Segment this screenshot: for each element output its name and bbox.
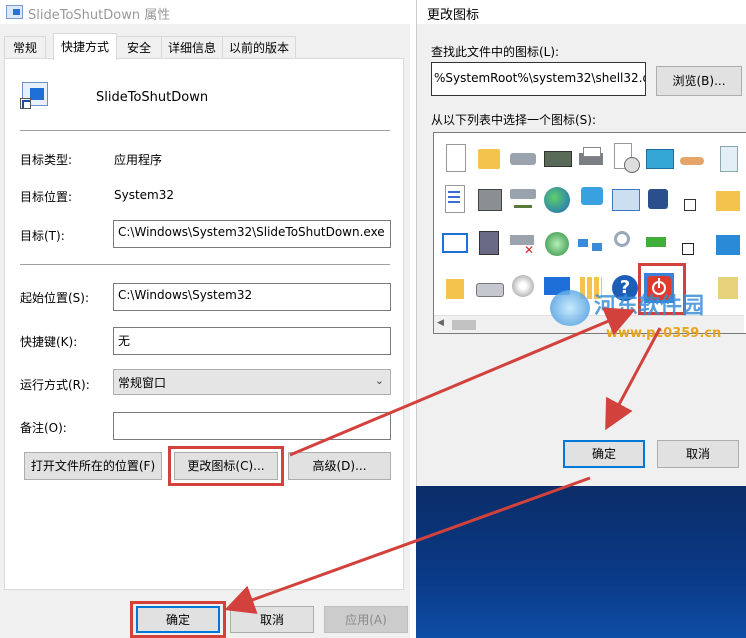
folder-icon[interactable]	[440, 273, 470, 303]
desktop-background	[416, 486, 746, 638]
chip-icon[interactable]	[542, 143, 572, 173]
cancel-button[interactable]: 取消	[230, 606, 314, 633]
printer-icon[interactable]	[576, 143, 606, 173]
blank-document-icon[interactable]	[440, 143, 470, 173]
advanced-button[interactable]: 高级(D)...	[288, 452, 391, 480]
start-in-label: 起始位置(S):	[20, 291, 90, 305]
chevron-left-icon[interactable]: ◀	[437, 318, 444, 328]
icon-path-field[interactable]: %SystemRoot%\system32\shell32.dll	[431, 62, 646, 96]
shortcut-file-icon	[20, 82, 50, 110]
run-select-value: 常规窗口	[118, 376, 167, 390]
tab-security[interactable]: 安全	[116, 36, 162, 59]
app-window-icon[interactable]	[440, 229, 470, 259]
icon-list-label: 从以下列表中选择一个图标(S):	[431, 113, 597, 127]
change-icon-dialog: 更改图标 查找此文件中的图标(L): %SystemRoot%\system32…	[416, 0, 746, 486]
ok-button[interactable]: 确定	[563, 440, 645, 468]
start-in-field[interactable]: C:\Windows\System32	[113, 283, 391, 311]
green-globe-icon[interactable]	[542, 229, 572, 259]
control-panel-icon[interactable]	[610, 185, 640, 215]
window-icon[interactable]	[644, 143, 674, 173]
hotkey-label: 快捷键(K):	[20, 335, 78, 349]
properties-dialog: SlideToShutDown 属性 常规 快捷方式 安全 详细信息 以前的版本…	[0, 0, 410, 638]
floppy-disk-icon[interactable]	[474, 229, 504, 259]
hand-share-icon[interactable]	[678, 143, 708, 173]
yellow-folder-icon[interactable]	[712, 185, 742, 215]
ok-highlight	[130, 601, 226, 638]
computer-drive-icon[interactable]	[474, 185, 504, 215]
shortcut-name: SlideToShutDown	[96, 90, 209, 105]
hard-disk-icon[interactable]	[474, 273, 504, 303]
comment-label: 备注(O):	[20, 421, 67, 435]
chevron-down-icon: ⌄	[374, 374, 384, 387]
blue-window-icon[interactable]	[712, 229, 742, 259]
run-label: 运行方式(R):	[20, 378, 90, 392]
apply-button[interactable]: 应用(A)	[324, 606, 408, 633]
run-program-icon[interactable]	[678, 229, 708, 259]
tab-general[interactable]: 常规	[4, 36, 46, 59]
tab-details[interactable]: 详细信息	[161, 36, 223, 59]
target-location-value: System32	[114, 188, 175, 202]
recycle-bin-icon[interactable]	[712, 143, 742, 173]
open-file-location-button[interactable]: 打开文件所在的位置(F)	[24, 452, 162, 480]
app-icon	[6, 5, 23, 19]
divider	[20, 130, 390, 131]
watermark-logo-icon	[550, 290, 590, 326]
title-bar: 更改图标	[417, 0, 746, 24]
gear-window-icon[interactable]	[644, 185, 674, 215]
cd-drive-icon[interactable]	[508, 273, 538, 303]
find-icons-label: 查找此文件中的图标(L):	[431, 45, 560, 59]
tab-shortcut[interactable]: 快捷方式	[53, 33, 117, 60]
window-title: SlideToShutDown 属性	[28, 8, 171, 23]
shortcut-arrow-icon[interactable]	[678, 185, 708, 215]
globe-icon[interactable]	[542, 185, 572, 215]
watermark-url: www.pc0359.cn	[606, 326, 722, 341]
watermark-text: 河东软件园	[594, 294, 705, 319]
network-icon[interactable]	[576, 229, 606, 259]
shortcut-tab-page	[4, 58, 404, 590]
divider	[20, 264, 390, 265]
clock-document-icon[interactable]	[610, 143, 640, 173]
disconnected-drive-icon[interactable]: ✕	[508, 229, 538, 259]
cancel-button[interactable]: 取消	[657, 440, 739, 468]
run-select[interactable]: 常规窗口 ⌄	[113, 369, 391, 395]
magnifier-icon[interactable]	[610, 229, 640, 259]
window-title: 更改图标	[427, 8, 480, 23]
target-type-label: 目标类型:	[20, 153, 73, 167]
change-icon-highlight	[168, 446, 284, 486]
target-field[interactable]: C:\Windows\System32\SlideToShutDown.exe	[113, 220, 391, 248]
comment-field[interactable]	[113, 412, 391, 440]
target-label: 目标(T):	[20, 229, 65, 243]
title-bar: SlideToShutDown 属性	[0, 0, 410, 24]
network-globe-icon[interactable]	[576, 185, 606, 215]
target-location-label: 目标位置:	[20, 190, 73, 204]
watermark: 河东软件园 www.pc0359.cn	[548, 282, 746, 352]
browse-button[interactable]: 浏览(B)...	[656, 66, 742, 96]
target-type-value: 应用程序	[114, 153, 163, 167]
text-document-icon[interactable]	[440, 185, 470, 215]
hotkey-field[interactable]: 无	[113, 327, 391, 355]
drive-icon[interactable]	[508, 143, 538, 173]
network-drive-icon[interactable]	[508, 185, 538, 215]
green-arrow-icon[interactable]	[644, 229, 674, 259]
scrollbar-thumb[interactable]	[452, 320, 476, 330]
tab-previous-versions[interactable]: 以前的版本	[222, 36, 296, 59]
folder-icon[interactable]	[474, 143, 504, 173]
